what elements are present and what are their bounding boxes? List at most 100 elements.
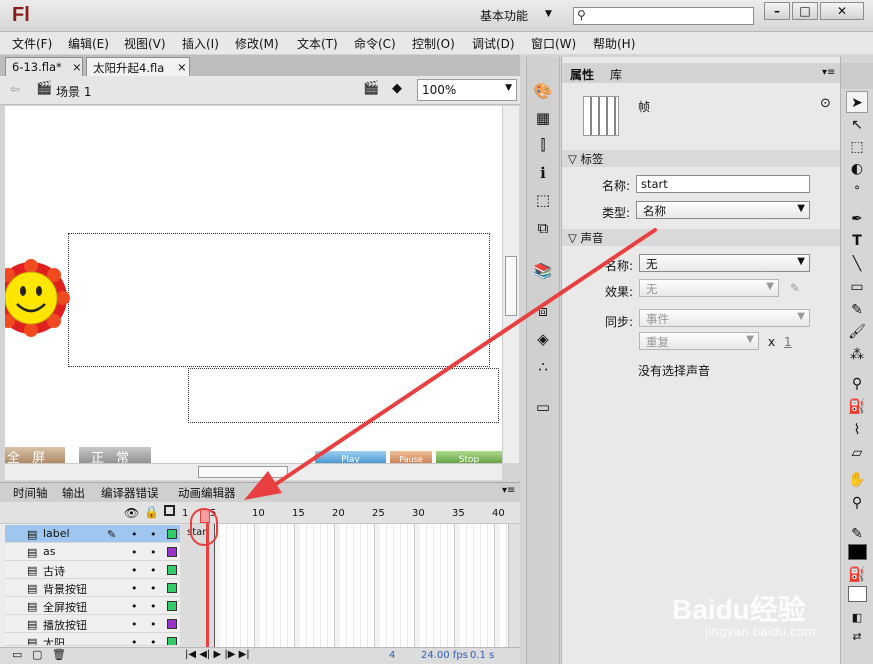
visibility-dot[interactable]: • — [131, 618, 138, 631]
bone-tool-icon[interactable]: ⚲ — [846, 373, 868, 395]
layer-row-sun[interactable]: ▤ 太阳 • • — [5, 633, 180, 646]
lock-icon[interactable]: 🔒 — [144, 505, 159, 519]
stroke-color-swatch[interactable] — [848, 544, 867, 560]
fullscreen-stage-button[interactable]: 全 屏 — [5, 447, 65, 463]
panel-menu-icon[interactable]: ▾≡ — [822, 67, 835, 78]
fill-color-icon[interactable]: ⛽ — [846, 564, 868, 586]
edit-scene-icon[interactable]: 🎬 — [363, 81, 379, 96]
deco-tool-icon[interactable]: ⁂ — [846, 344, 868, 366]
minimize-button[interactable]: – — [764, 2, 790, 20]
close-icon[interactable]: × — [72, 60, 82, 74]
menu-text[interactable]: 文本(T) — [297, 35, 338, 52]
menu-file[interactable]: 文件(F) — [12, 35, 52, 52]
new-layer-icon[interactable]: ▭ — [12, 648, 22, 661]
lock-dot[interactable]: • — [150, 600, 157, 613]
delete-layer-icon[interactable]: 🗑 — [52, 648, 66, 661]
lock-dot[interactable]: • — [150, 546, 157, 559]
frame-rate[interactable]: 24.00 fps — [421, 650, 468, 661]
current-frame[interactable]: 4 — [389, 650, 395, 661]
zoom-tool-icon[interactable]: ⚲ — [846, 492, 868, 514]
menu-edit[interactable]: 编辑(E) — [68, 35, 109, 52]
brush-tool-icon[interactable]: 🖌 — [846, 321, 868, 343]
hand-tool-icon[interactable]: ✋ — [846, 469, 868, 491]
lasso-icon[interactable]: ᐤ — [846, 180, 868, 202]
visibility-dot[interactable]: • — [131, 546, 138, 559]
eyedropper-icon[interactable]: ⌇ — [846, 419, 868, 441]
layer-color-swatch[interactable] — [167, 547, 177, 557]
scroll-thumb[interactable] — [198, 466, 288, 478]
layer-color-swatch[interactable] — [167, 583, 177, 593]
timeline-scrollbar[interactable] — [508, 524, 520, 650]
sun-graphic[interactable] — [5, 258, 75, 338]
lock-dot[interactable]: • — [150, 528, 157, 541]
stage-vertical-scrollbar[interactable] — [502, 106, 519, 463]
frame-name-input[interactable]: start — [636, 175, 810, 193]
menu-view[interactable]: 视图(V) — [124, 35, 166, 52]
color-icon[interactable]: 🎨 — [533, 81, 553, 101]
pause-stage-button[interactable]: Pause — [390, 451, 432, 463]
info-icon[interactable]: ℹ — [533, 163, 553, 183]
layer-color-swatch[interactable] — [167, 565, 177, 575]
workspace-switcher[interactable]: 基本功能 — [480, 7, 528, 24]
back-arrow-icon[interactable]: ⇦ — [10, 82, 20, 96]
repeat-count[interactable]: 1 — [784, 335, 792, 349]
play-stage-button[interactable]: Play — [315, 451, 386, 463]
section-sound[interactable]: ▽ 声音 — [562, 229, 841, 246]
sync-select[interactable]: 事件 ▼ — [639, 309, 810, 327]
outline-icon[interactable] — [164, 505, 175, 516]
zoom-select[interactable]: 100% ▼ — [417, 79, 517, 101]
frames-grid[interactable]: star — [180, 514, 508, 650]
tab-compiler-errors[interactable]: 编译器错误 — [101, 485, 159, 501]
lock-dot[interactable]: • — [150, 564, 157, 577]
close-icon[interactable]: × — [177, 60, 187, 74]
text-box-outline[interactable] — [68, 233, 490, 367]
lock-dot[interactable]: • — [150, 618, 157, 631]
components-icon[interactable]: ⧉ — [533, 218, 553, 238]
layer-color-swatch[interactable] — [167, 529, 177, 539]
visibility-dot[interactable]: • — [131, 528, 138, 541]
swap-colors-icon[interactable]: ⇄ — [846, 626, 868, 648]
movie-explorer-icon[interactable]: ◈ — [533, 329, 553, 349]
fill-color-swatch[interactable] — [848, 586, 867, 602]
rectangle-tool-icon[interactable]: ▭ — [846, 276, 868, 298]
layer-row-label[interactable]: ▤ label ✎ • • — [5, 525, 180, 543]
free-transform-icon[interactable]: ⬚ — [846, 136, 868, 158]
tab-output[interactable]: 输出 — [62, 485, 85, 501]
playback-controls[interactable]: |◀ ◀| ▶ |▶ ▶| — [185, 649, 250, 660]
paint-bucket-icon[interactable]: ⛽ — [846, 396, 868, 418]
menu-debug[interactable]: 调试(D) — [472, 35, 515, 52]
menu-help[interactable]: 帮助(H) — [593, 35, 635, 52]
lock-dot[interactable]: • — [150, 582, 157, 595]
stroke-color-icon[interactable]: ✎ — [846, 523, 868, 545]
chevron-down-icon[interactable]: ▼ — [545, 9, 552, 19]
pencil-tool-icon[interactable]: ✎ — [846, 299, 868, 321]
layer-color-swatch[interactable] — [167, 637, 177, 645]
transform-icon[interactable]: ⬚ — [533, 190, 553, 210]
stage-horizontal-scrollbar[interactable] — [5, 463, 502, 480]
stage-canvas[interactable]: 全 屏 正 常 Play Pause Stop — [5, 106, 502, 463]
line-tool-icon[interactable]: ╲ — [846, 253, 868, 275]
menu-window[interactable]: 窗口(W) — [531, 35, 576, 52]
visibility-dot[interactable]: • — [131, 582, 138, 595]
eye-icon[interactable]: 👁 — [124, 506, 139, 520]
normal-stage-button[interactable]: 正 常 — [79, 447, 151, 463]
scroll-thumb[interactable] — [505, 256, 517, 316]
layer-color-swatch[interactable] — [167, 619, 177, 629]
library-icon[interactable]: 📚 — [533, 261, 553, 281]
layer-row-bg-button[interactable]: ▤ 背景按钮 • • — [5, 579, 180, 597]
text-box-outline[interactable] — [188, 368, 499, 423]
repeat-select[interactable]: 重复 ▼ — [639, 332, 759, 350]
layer-row-play-button[interactable]: ▤ 播放按钮 • • — [5, 615, 180, 633]
eraser-icon[interactable]: ▱ — [846, 442, 868, 464]
label-type-select[interactable]: 名称 ▼ — [636, 201, 810, 219]
align-icon[interactable]: ⫿ — [533, 135, 553, 155]
layer-row-as[interactable]: ▤ as • • — [5, 543, 180, 561]
tab-library[interactable]: 库 — [610, 66, 622, 83]
section-label[interactable]: ▽ 标签 — [562, 150, 841, 167]
selection-tool-icon[interactable]: ➤ — [846, 91, 868, 113]
tab-properties[interactable]: 属性 — [570, 66, 594, 83]
menu-commands[interactable]: 命令(C) — [354, 35, 396, 52]
tab-timeline[interactable]: 时间轴 — [13, 485, 48, 501]
3d-rotation-icon[interactable]: ◐ — [846, 158, 868, 180]
menu-control[interactable]: 控制(O) — [412, 35, 455, 52]
